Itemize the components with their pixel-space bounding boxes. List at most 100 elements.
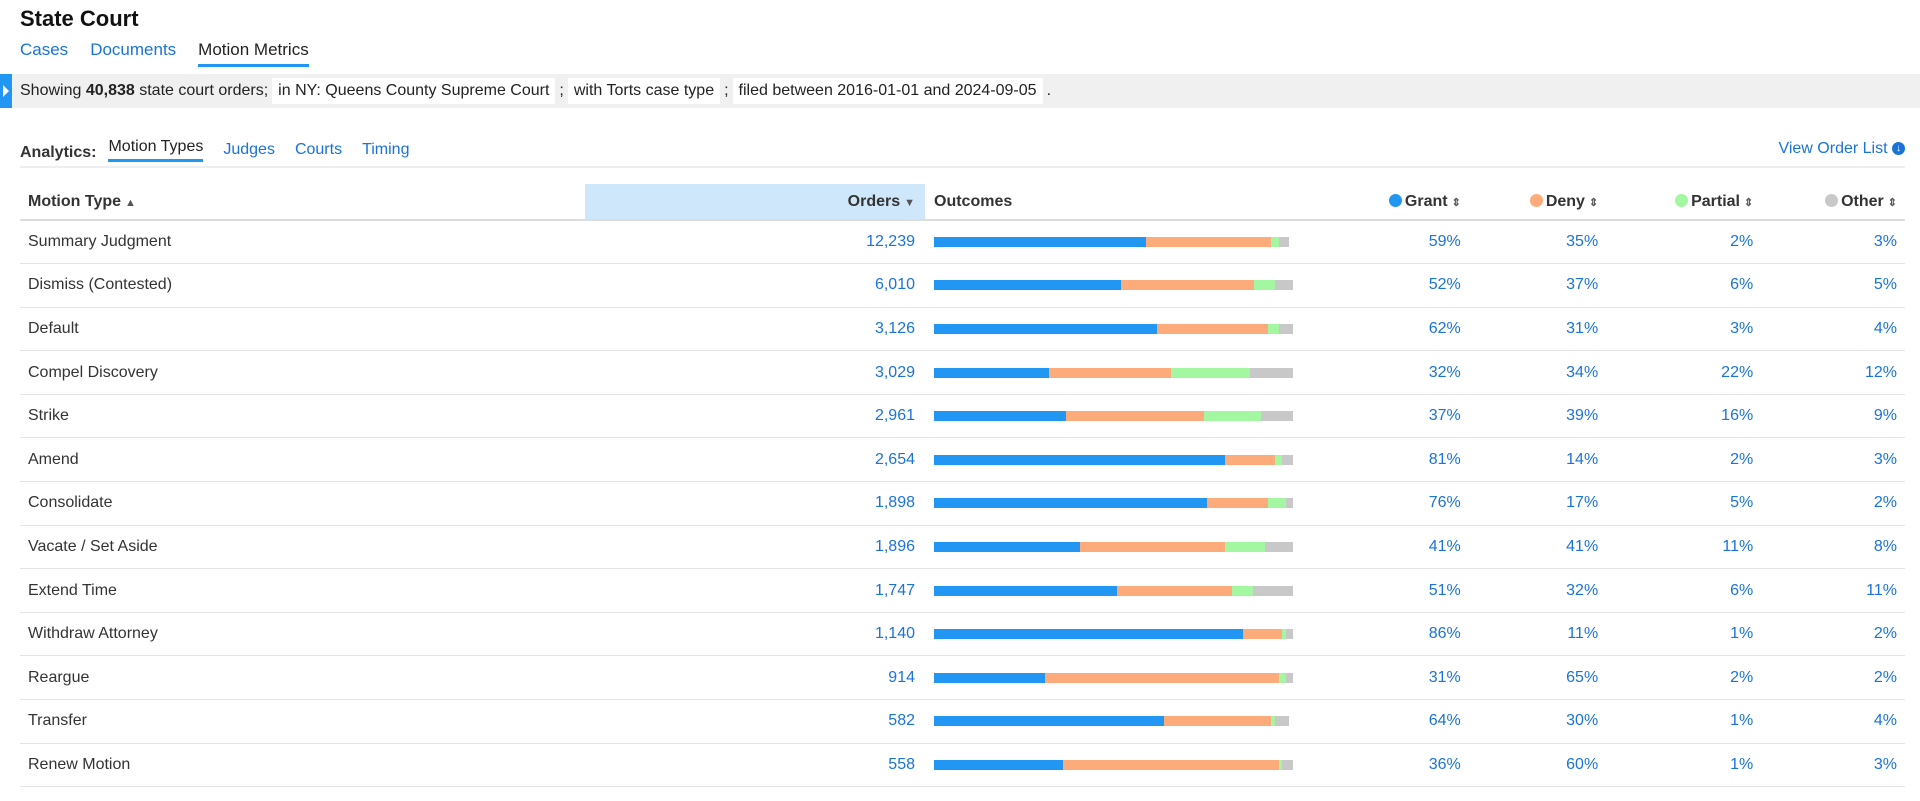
- bar-segment-partial: [1267, 498, 1286, 509]
- deny-percent-link[interactable]: 34%: [1468, 350, 1607, 395]
- deny-percent-link[interactable]: 31%: [1468, 307, 1607, 352]
- header-partial[interactable]: Partial ⇕: [1606, 184, 1762, 221]
- filter-chip-date-range[interactable]: filed between 2016-01-01 and 2024-09-05: [732, 78, 1043, 104]
- header-deny[interactable]: Deny ⇕: [1468, 184, 1607, 221]
- other-percent-link[interactable]: 8%: [1761, 525, 1905, 570]
- grant-percent-link[interactable]: 31%: [1325, 655, 1469, 701]
- deny-percent-link[interactable]: 17%: [1468, 481, 1607, 526]
- grant-percent-link[interactable]: 32%: [1325, 350, 1469, 395]
- bar-segment-other: [1285, 498, 1293, 509]
- header-orders[interactable]: Orders ▼: [585, 184, 925, 221]
- orders-link[interactable]: 6,010: [585, 263, 925, 308]
- partial-percent-link[interactable]: 6%: [1606, 263, 1762, 308]
- expand-filter-toggle[interactable]: [0, 74, 12, 108]
- grant-percent-link[interactable]: 81%: [1325, 437, 1469, 483]
- grant-percent-link[interactable]: 86%: [1325, 612, 1469, 657]
- partial-percent-link[interactable]: 2%: [1606, 220, 1762, 265]
- header-other[interactable]: Other ⇕: [1761, 184, 1905, 221]
- deny-percent-link[interactable]: 60%: [1468, 743, 1607, 788]
- grant-percent-link[interactable]: 41%: [1325, 525, 1469, 570]
- orders-link[interactable]: 1,747: [585, 568, 925, 613]
- grant-percent-link[interactable]: 62%: [1325, 307, 1469, 352]
- orders-link[interactable]: 1,898: [585, 481, 925, 526]
- partial-percent-link[interactable]: 3%: [1606, 307, 1762, 352]
- other-legend-dot: [1825, 193, 1839, 207]
- other-percent-link[interactable]: 2%: [1761, 612, 1905, 657]
- tab-courts[interactable]: Courts: [295, 141, 342, 162]
- header-motion-type[interactable]: Motion Type ▲︎: [20, 184, 585, 221]
- other-percent-link[interactable]: 12%: [1761, 350, 1905, 395]
- orders-link[interactable]: 12,239: [585, 220, 925, 265]
- grant-percent-link[interactable]: 51%: [1325, 568, 1469, 613]
- partial-percent-link[interactable]: 16%: [1606, 394, 1762, 439]
- motion-type-cell: Default: [20, 307, 585, 352]
- other-percent-link[interactable]: 3%: [1761, 437, 1905, 483]
- orders-link[interactable]: 3,126: [585, 307, 925, 352]
- orders-link[interactable]: 582: [585, 699, 925, 744]
- partial-percent-link[interactable]: 2%: [1606, 437, 1762, 483]
- partial-percent-link[interactable]: 22%: [1606, 350, 1762, 395]
- view-order-list-link[interactable]: View Order List ↓: [1778, 140, 1905, 158]
- partial-percent-link[interactable]: 6%: [1606, 568, 1762, 613]
- bar-segment-other: [1275, 280, 1293, 291]
- grant-percent-link[interactable]: 64%: [1325, 699, 1469, 744]
- bar-segment-deny: [1156, 323, 1268, 334]
- orders-link[interactable]: 2,654: [585, 437, 925, 483]
- outcome-bar: [934, 411, 1293, 422]
- outcome-bar: [934, 280, 1293, 291]
- partial-legend-dot: [1675, 193, 1689, 207]
- grant-percent-link[interactable]: 36%: [1325, 743, 1469, 788]
- other-percent-link[interactable]: 9%: [1761, 394, 1905, 439]
- tab-timing[interactable]: Timing: [362, 141, 409, 162]
- tab-motion-metrics[interactable]: Motion Metrics: [198, 40, 309, 67]
- sort-icon: ▲︎: [125, 196, 136, 209]
- orders-link[interactable]: 1,896: [585, 525, 925, 570]
- grant-percent-link[interactable]: 76%: [1325, 481, 1469, 526]
- grant-percent-link[interactable]: 59%: [1325, 220, 1469, 265]
- partial-percent-link[interactable]: 2%: [1606, 655, 1762, 701]
- tab-documents[interactable]: Documents: [90, 40, 176, 67]
- deny-percent-link[interactable]: 30%: [1468, 699, 1607, 744]
- outcomes-cell: [925, 568, 1325, 613]
- grant-percent-link[interactable]: 37%: [1325, 394, 1469, 439]
- tab-motion-types[interactable]: Motion Types: [108, 138, 204, 162]
- outcomes-cell: [925, 220, 1325, 265]
- bar-segment-grant: [934, 367, 1049, 378]
- deny-percent-link[interactable]: 65%: [1468, 655, 1607, 701]
- bar-segment-grant: [934, 672, 1046, 683]
- tab-cases[interactable]: Cases: [20, 40, 68, 67]
- partial-percent-link[interactable]: 1%: [1606, 743, 1762, 788]
- filter-chip-court[interactable]: in NY: Queens County Supreme Court: [272, 78, 556, 104]
- partial-percent-link[interactable]: 11%: [1606, 525, 1762, 570]
- grant-legend-dot: [1388, 193, 1402, 207]
- other-percent-link[interactable]: 3%: [1761, 743, 1905, 788]
- deny-percent-link[interactable]: 35%: [1468, 220, 1607, 265]
- orders-link[interactable]: 1,140: [585, 612, 925, 657]
- partial-percent-link[interactable]: 5%: [1606, 481, 1762, 526]
- other-percent-link[interactable]: 2%: [1761, 481, 1905, 526]
- orders-link[interactable]: 2,961: [585, 394, 925, 439]
- orders-link[interactable]: 914: [585, 655, 925, 701]
- deny-percent-link[interactable]: 41%: [1468, 525, 1607, 570]
- deny-percent-link[interactable]: 39%: [1468, 394, 1607, 439]
- other-percent-link[interactable]: 11%: [1761, 568, 1905, 613]
- other-percent-link[interactable]: 5%: [1761, 263, 1905, 308]
- header-grant[interactable]: Grant ⇕: [1325, 184, 1469, 221]
- bar-segment-grant: [934, 629, 1243, 640]
- other-percent-link[interactable]: 4%: [1761, 699, 1905, 744]
- deny-percent-link[interactable]: 37%: [1468, 263, 1607, 308]
- nav-tabs: Cases Documents Motion Metrics: [20, 40, 309, 67]
- filter-chip-case-type[interactable]: with Torts case type: [567, 78, 721, 104]
- partial-percent-link[interactable]: 1%: [1606, 699, 1762, 744]
- other-percent-link[interactable]: 3%: [1761, 220, 1905, 265]
- deny-percent-link[interactable]: 14%: [1468, 437, 1607, 483]
- deny-percent-link[interactable]: 32%: [1468, 568, 1607, 613]
- other-percent-link[interactable]: 2%: [1761, 655, 1905, 701]
- partial-percent-link[interactable]: 1%: [1606, 612, 1762, 657]
- orders-link[interactable]: 558: [585, 743, 925, 788]
- tab-judges[interactable]: Judges: [223, 141, 275, 162]
- grant-percent-link[interactable]: 52%: [1325, 263, 1469, 308]
- deny-percent-link[interactable]: 11%: [1468, 612, 1607, 657]
- orders-link[interactable]: 3,029: [585, 350, 925, 395]
- other-percent-link[interactable]: 4%: [1761, 307, 1905, 352]
